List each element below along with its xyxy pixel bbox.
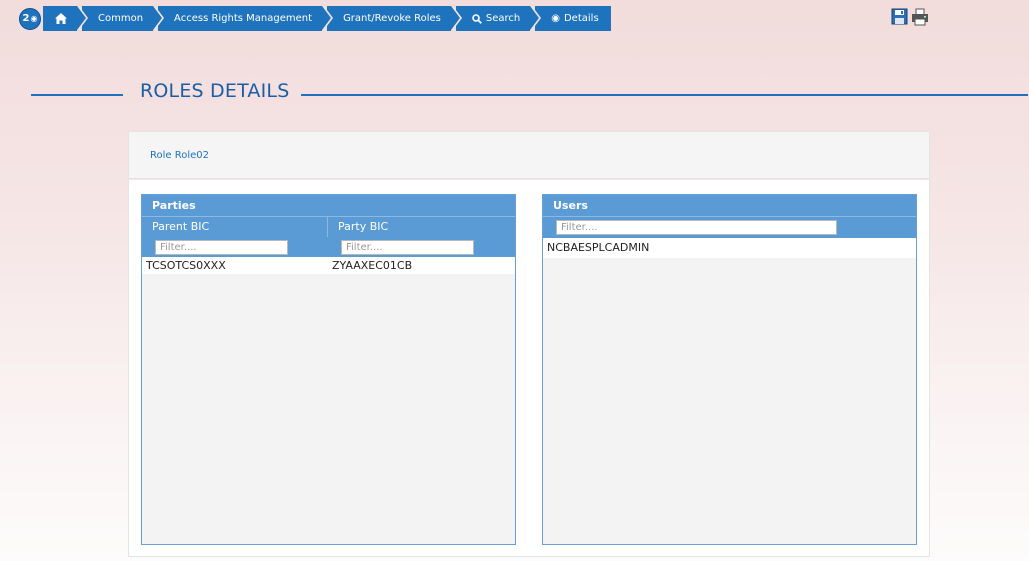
- parties-header-row: Parent BIC Party BIC: [142, 216, 515, 237]
- breadcrumb-label: Common: [98, 13, 144, 24]
- party-bic-filter-input[interactable]: [341, 239, 474, 255]
- breadcrumb-label: Search: [485, 13, 521, 24]
- parent-bic-filter-input[interactable]: [155, 239, 288, 255]
- breadcrumb-common[interactable]: Common: [82, 6, 165, 31]
- breadcrumb-label: Access Rights Management: [174, 13, 313, 24]
- column-header-party-bic[interactable]: Party BIC: [328, 217, 515, 237]
- eye-icon: ◉: [30, 14, 38, 23]
- parties-grid: Parties Parent BIC Party BIC TCSOTCS0XXX…: [141, 194, 516, 545]
- save-icon[interactable]: [891, 8, 909, 26]
- section-divider-left: [31, 94, 123, 96]
- page-title: ROLES DETAILS: [140, 80, 290, 102]
- parent-bic-cell: TCSOTCS0XXX: [146, 259, 226, 272]
- column-header-parent-bic[interactable]: Parent BIC: [142, 217, 328, 237]
- table-row[interactable]: NCBAESPLCADMIN: [543, 238, 916, 258]
- breadcrumb-label: Grant/Revoke Roles: [343, 13, 441, 24]
- eye-icon: ◉: [551, 13, 560, 24]
- users-title: Users: [543, 195, 916, 216]
- parties-title: Parties: [142, 195, 515, 216]
- breadcrumb: 2 ◉ Common Access Rights Management Gran…: [19, 6, 616, 31]
- search-icon: [472, 13, 482, 24]
- badge-count: 2: [22, 13, 30, 24]
- breadcrumb-home[interactable]: [43, 6, 88, 31]
- home-icon: [55, 13, 67, 24]
- print-icon[interactable]: [911, 8, 929, 26]
- breadcrumb-details[interactable]: ◉ Details: [535, 6, 611, 31]
- breadcrumb-grant-revoke[interactable]: Grant/Revoke Roles: [327, 6, 462, 31]
- users-filter-input[interactable]: [556, 220, 837, 235]
- role-name: Role Role02: [150, 150, 209, 161]
- section-divider-right: [301, 94, 1028, 96]
- parties-filter-row: [142, 237, 515, 257]
- breadcrumb-label: Details: [563, 13, 599, 24]
- open-windows-badge[interactable]: 2 ◉: [19, 7, 41, 30]
- table-row[interactable]: TCSOTCS0XXX ZYAAXEC01CB: [142, 257, 515, 274]
- users-grid: Users NCBAESPLCADMIN: [542, 194, 917, 545]
- user-cell: NCBAESPLCADMIN: [547, 241, 650, 254]
- breadcrumb-access-rights[interactable]: Access Rights Management: [158, 6, 334, 31]
- breadcrumb-search[interactable]: Search: [455, 6, 542, 31]
- toolbar: [891, 8, 929, 26]
- role-header-panel: Role Role02: [128, 131, 930, 179]
- party-bic-cell: ZYAAXEC01CB: [332, 259, 413, 272]
- users-filter-row: [543, 216, 916, 238]
